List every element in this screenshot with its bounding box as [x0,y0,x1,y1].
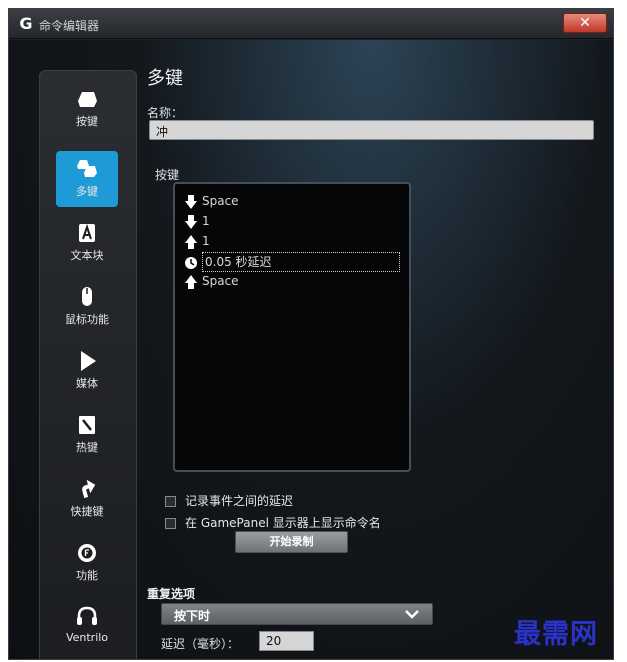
sidebar-item-label: 按键 [76,115,98,128]
key-up-arrow-icon [185,274,197,289]
key-event-value: 1 [202,234,210,248]
repeat-options-label: 重复选项 [147,587,196,601]
multi-key-icon [77,160,97,177]
start-recording-button[interactable]: 开始录制 [235,531,348,553]
key-event-value: 1 [202,214,210,228]
list-item[interactable]: Space [185,192,239,210]
name-label: 名称： [147,106,184,120]
sidebar-item-label: 热键 [76,441,98,454]
chevron-down-icon [405,610,419,619]
key-down-arrow-icon [185,214,197,229]
sidebar-item-label: 文本块 [70,249,104,262]
key-event-list[interactable]: Space 1 1 0.05 秒延迟 Space [173,182,411,472]
mouse-icon [82,287,92,306]
key-event-value: Space [202,194,239,208]
repeat-mode-value: 按下时 [174,609,211,623]
name-field[interactable]: 冲 [149,120,594,140]
show-name-checkbox[interactable] [165,518,176,529]
sidebar-item-multi-key[interactable]: 多键 [56,151,118,207]
hotkey-icon [79,416,95,434]
record-delays-label: 记录事件之间的延迟 [185,494,294,508]
key-down-arrow-icon [185,194,197,209]
sidebar-item-text-block[interactable]: 文本块 [56,215,118,271]
sidebar-item-label: 功能 [76,569,98,582]
delay-field[interactable]: 20 [259,631,314,651]
record-delays-checkbox[interactable] [165,496,176,507]
sidebar-item-mouse[interactable]: 鼠标功能 [56,279,118,335]
sidebar-item-ventrilo[interactable]: Ventrilo [56,599,118,655]
key-icon [78,92,97,107]
repeat-mode-dropdown[interactable]: 按下时 [161,603,433,625]
keys-label: 按键 [155,168,180,182]
function-icon [78,544,96,562]
sidebar-item-media[interactable]: 媒体 [56,343,118,399]
key-event-value: Space [202,274,239,288]
title-bar: G 命令编辑器 ✕ [9,9,613,39]
headset-icon [77,606,97,625]
sidebar-item-label: 快捷键 [70,505,104,518]
sidebar-item-label: 鼠标功能 [65,313,109,326]
list-item[interactable]: 1 [185,232,210,250]
sidebar-item-label: 媒体 [76,377,98,390]
list-item[interactable]: 1 [185,212,210,230]
delay-label: 延迟（毫秒）： [161,637,240,651]
key-event-value: 0.05 秒延迟 [202,252,400,272]
watermark-text: 最需网 [514,619,598,650]
sidebar-item-label: Ventrilo [65,631,109,644]
sidebar-item-function[interactable]: 功能 [56,535,118,591]
shortcut-arrow-icon [82,479,96,499]
window-title: 命令编辑器 [39,19,100,33]
sidebar-item-key[interactable]: 按键 [56,81,118,137]
show-name-label: 在 GamePanel 显示器上显示命令名 [185,516,381,530]
media-play-icon [81,351,96,371]
list-item[interactable]: 0.05 秒延迟 [185,252,400,272]
sidebar-item-label: 多键 [76,185,98,198]
show-name-option[interactable]: 在 GamePanel 显示器上显示命令名 [165,514,381,531]
close-button[interactable]: ✕ [563,13,607,33]
text-block-icon [79,223,95,242]
command-type-sidebar: 按键 多键 文本块 鼠标功能 媒体 热键 快捷键 功能 Ventrilo [39,70,137,659]
key-up-arrow-icon [185,234,197,249]
page-title: 多键 [147,68,183,89]
logitech-logo-icon: G [19,14,33,33]
command-editor-window: G 命令编辑器 ✕ 按键 多键 文本块 鼠标功能 媒体 热键 快捷键 功能 Ve… [8,8,614,660]
sidebar-item-shortcut[interactable]: 快捷键 [56,471,118,527]
editor-content: 按键 多键 文本块 鼠标功能 媒体 热键 快捷键 功能 Ventrilo 多键 … [9,40,613,659]
record-delays-option[interactable]: 记录事件之间的延迟 [165,492,293,509]
sidebar-item-hotkey[interactable]: 热键 [56,407,118,463]
list-item[interactable]: Space [185,272,239,290]
clock-icon [185,256,197,269]
